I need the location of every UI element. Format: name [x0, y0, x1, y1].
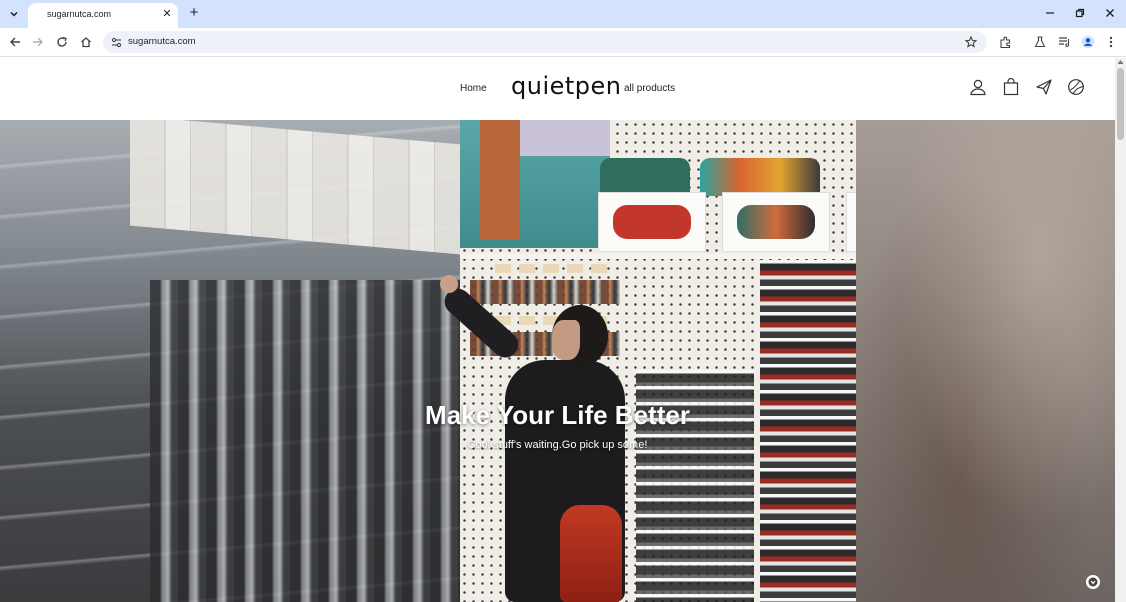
hero-photo-paper: [480, 120, 520, 240]
globe-icon[interactable]: [1066, 77, 1086, 97]
scroll-thumb[interactable]: [1117, 68, 1124, 140]
hero-photo-yarn: [700, 158, 820, 196]
scroll-up-icon[interactable]: [1117, 59, 1124, 65]
page-scrollbar[interactable]: [1115, 58, 1126, 602]
media-icon[interactable]: [1054, 32, 1074, 52]
hero-photo-bin: [722, 192, 830, 252]
profile-icon[interactable]: [1078, 32, 1098, 52]
tab-title: sugarnutca.com: [47, 9, 112, 19]
hero-photo-shelf-edge: [460, 254, 860, 259]
tab-strip: sugarnutca.com ✕ +: [0, 0, 1126, 28]
nav-all-products-link[interactable]: all products: [624, 83, 675, 94]
menu-icon[interactable]: [1101, 32, 1121, 52]
hero-photo-panel: [520, 120, 610, 156]
active-tab[interactable]: sugarnutca.com ✕: [28, 3, 178, 28]
site-logo[interactable]: quietpen: [511, 72, 622, 100]
hero-photo-rack: [760, 260, 856, 602]
hero-photo-yarn: [600, 158, 690, 196]
hero-photo-hand: [440, 275, 458, 293]
restore-icon[interactable]: [1070, 4, 1090, 22]
plus-icon[interactable]: +: [186, 4, 202, 22]
account-icon[interactable]: [968, 77, 988, 97]
tab-search-icon[interactable]: [4, 4, 24, 24]
hero-photo-bin: [598, 192, 706, 252]
star-icon[interactable]: [963, 34, 979, 50]
web-page: Home quietpen all products Make Your Lif…: [0, 58, 1115, 602]
site-header: Home quietpen all products: [0, 58, 1115, 120]
nav-home-link[interactable]: Home: [460, 83, 487, 94]
hero-photo-tags: [495, 264, 615, 273]
hero-photo-bag: [560, 505, 622, 602]
url-text: sugarnutca.com: [128, 36, 196, 47]
hero-photo-blur: [856, 120, 1115, 602]
home-icon[interactable]: [76, 32, 96, 52]
hero-photo-items: [470, 280, 620, 304]
chat-widget-icon[interactable]: [1086, 575, 1100, 589]
site-settings-icon[interactable]: [109, 35, 123, 49]
hero-subtitle: Cool stuff's waiting.Go pick up some!: [467, 439, 648, 451]
hero-title: Make Your Life Better: [425, 400, 690, 430]
browser-toolbar: sugarnutca.com: [0, 28, 1126, 57]
forward-icon[interactable]: [28, 32, 48, 52]
cart-icon[interactable]: [1001, 77, 1021, 97]
hero-banner: Make Your Life Better Cool stuff's waiti…: [0, 120, 1115, 602]
minimize-icon[interactable]: [1040, 4, 1060, 22]
extensions-icon[interactable]: [995, 32, 1015, 52]
plane-icon[interactable]: [1034, 77, 1054, 97]
back-icon[interactable]: [5, 32, 25, 52]
close-window-icon[interactable]: [1100, 4, 1120, 22]
lab-icon[interactable]: [1030, 32, 1050, 52]
hero-photo-face: [552, 320, 580, 360]
address-bar[interactable]: sugarnutca.com: [103, 31, 987, 53]
reload-icon[interactable]: [52, 32, 72, 52]
close-icon[interactable]: ✕: [160, 7, 174, 21]
